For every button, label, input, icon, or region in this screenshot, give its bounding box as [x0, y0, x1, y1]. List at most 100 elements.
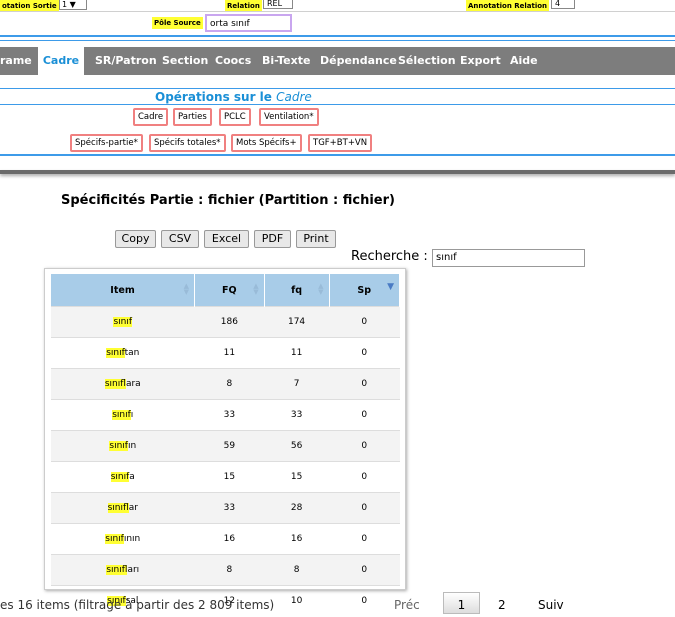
menu-item-coocs[interactable]: Coocs [215, 47, 251, 75]
menu-item-dependance[interactable]: Dépendance [320, 47, 397, 75]
item-match-highlight: sınıf [109, 441, 128, 451]
item-suffix: ları [127, 565, 140, 575]
item-match-highlight: sınıf [104, 379, 126, 389]
op-parties-button[interactable]: Parties [173, 108, 212, 126]
ops-bottom-line [0, 154, 675, 156]
annotation-sortie-select[interactable]: 1 ▼ [59, 0, 87, 10]
column-header-sp-label: Sp [357, 284, 372, 296]
ops-top-line [0, 88, 675, 89]
search-input[interactable]: sınıf [432, 249, 585, 267]
item-cell: sınıfının [51, 523, 195, 555]
results-heading: Spécificités Partie : fichier (Partition… [61, 193, 395, 208]
item-cell: sınıfın [51, 430, 195, 462]
menu-item-export[interactable]: Export [460, 47, 501, 75]
cell-fq: 56 [264, 430, 329, 462]
cell-fq: 33 [194, 492, 265, 524]
copy-button[interactable]: Copy [115, 230, 156, 248]
menu-item-cadre[interactable]: Cadre [38, 47, 84, 75]
relation-input[interactable]: REL [263, 0, 293, 9]
item-cell: sınıflar [51, 492, 195, 524]
cell-fq: 174 [264, 306, 329, 338]
cell-fq: 15 [194, 461, 265, 493]
table-row[interactable]: sınıflar 33 28 0 [51, 492, 400, 524]
pagination-prev[interactable]: Préc [394, 598, 420, 612]
menu-item-sr-patron[interactable]: SR/Patron [95, 47, 157, 75]
item-suffix: lar [128, 503, 138, 513]
cell-fq: 33 [264, 399, 329, 431]
cell-sp: 0 [329, 430, 400, 462]
annotation-relation-input[interactable]: 4 [551, 0, 575, 9]
menu-item-bi-texte[interactable]: Bi-Texte [262, 47, 310, 75]
cell-fq: 7 [264, 368, 329, 400]
csv-button[interactable]: CSV [161, 230, 199, 248]
table-row[interactable]: sınıflara 8 7 0 [51, 368, 400, 400]
search-label: Recherche : [351, 249, 428, 264]
pagination-page-2[interactable]: 2 [498, 598, 506, 612]
print-button[interactable]: Print [296, 230, 336, 248]
column-header-fq-partie[interactable]: fq ▲ ▼ [264, 274, 330, 307]
excel-button[interactable]: Excel [204, 230, 249, 248]
table-row[interactable]: sınıfı 33 33 0 [51, 399, 400, 431]
pole-source-label: Pôle Source [152, 17, 203, 29]
main-menu-bar: rame Cadre SR/Patron Section Coocs Bi-Te… [0, 47, 675, 75]
op-ventilation-button[interactable]: Ventilation* [259, 108, 319, 126]
cell-fq: 15 [264, 461, 329, 493]
cell-fq: 33 [194, 399, 265, 431]
item-cell: sınıflara [51, 368, 195, 400]
column-header-fq-partie-label: fq [291, 284, 303, 296]
cell-fq: 8 [264, 554, 329, 586]
cell-fq: 8 [194, 368, 265, 400]
cell-fq: 11 [264, 337, 329, 369]
column-header-fq-total-label: FQ [222, 284, 237, 296]
menu-item-section[interactable]: Section [162, 47, 208, 75]
item-suffix: a [129, 472, 135, 482]
pdf-button[interactable]: PDF [254, 230, 291, 248]
pagination-page-1[interactable]: 1 [443, 592, 480, 614]
cell-sp: 0 [329, 306, 400, 338]
cell-fq: 16 [264, 523, 329, 555]
item-cell: sınıfları [51, 554, 195, 586]
op-specifs-totales-button[interactable]: Spécifs totales* [149, 134, 226, 152]
ops-panel-shadow-bar [0, 170, 675, 174]
op-tgf-bt-vn-button[interactable]: TGF+BT+VN [308, 134, 373, 152]
results-table-wrapper: Item ▲ ▼ FQ ▲ ▼ fq ▲ ▼ Sp ▼ sınıf 186 174 0 sınıfta… [44, 268, 406, 616]
item-cell: sınıfa [51, 461, 195, 493]
table-row[interactable]: sınıfları 8 8 0 [51, 554, 400, 586]
table-row[interactable]: sınıfının 16 16 0 [51, 523, 400, 555]
menu-item-trame[interactable]: rame [0, 47, 32, 75]
cell-sp: 0 [329, 554, 400, 586]
operations-title-emph: Cadre [276, 90, 312, 104]
item-match-highlight: sınıf [105, 534, 124, 544]
column-header-fq-total[interactable]: FQ ▲ ▼ [194, 274, 265, 307]
pagination-next[interactable]: Suiv [538, 598, 564, 612]
table-row[interactable]: sınıfın 59 56 0 [51, 430, 400, 462]
cell-sp: 0 [329, 523, 400, 555]
item-match-highlight: sınıf [106, 565, 128, 575]
sort-icon: ▲ ▼ [318, 282, 324, 296]
item-cell: sınıftan [51, 337, 195, 369]
cell-fq: 16 [194, 523, 265, 555]
menu-item-selection[interactable]: Sélection [398, 47, 456, 75]
column-header-item[interactable]: Item ▲ ▼ [51, 274, 196, 307]
table-row[interactable]: sınıf 186 174 0 [51, 306, 400, 338]
column-header-sp[interactable]: Sp ▼ [329, 274, 400, 307]
op-specifs-partie-button[interactable]: Spécifs-partie* [70, 134, 143, 152]
cell-sp: 0 [329, 368, 400, 400]
table-row[interactable]: sınıfa 15 15 0 [51, 461, 400, 493]
op-pclc-button[interactable]: PCLC [219, 108, 251, 126]
top-separator-thin [0, 40, 675, 41]
ops-title-underline [0, 104, 675, 105]
cell-fq: 11 [194, 337, 265, 369]
table-row[interactable]: sınıftan 11 11 0 [51, 337, 400, 369]
item-cell: sınıf [51, 306, 195, 338]
menu-item-aide[interactable]: Aide [510, 47, 538, 75]
cell-sp: 0 [329, 492, 400, 524]
top-separator [0, 35, 675, 37]
item-suffix: ın [127, 441, 137, 451]
op-cadre-button[interactable]: Cadre [133, 108, 169, 126]
item-suffix: lara [125, 379, 141, 389]
pole-source-input[interactable]: orta sınıf [205, 14, 292, 32]
cell-sp: 0 [329, 399, 400, 431]
op-mots-specifs-button[interactable]: Mots Spécifs+ [231, 134, 302, 152]
sort-icon: ▲ ▼ [183, 282, 190, 296]
